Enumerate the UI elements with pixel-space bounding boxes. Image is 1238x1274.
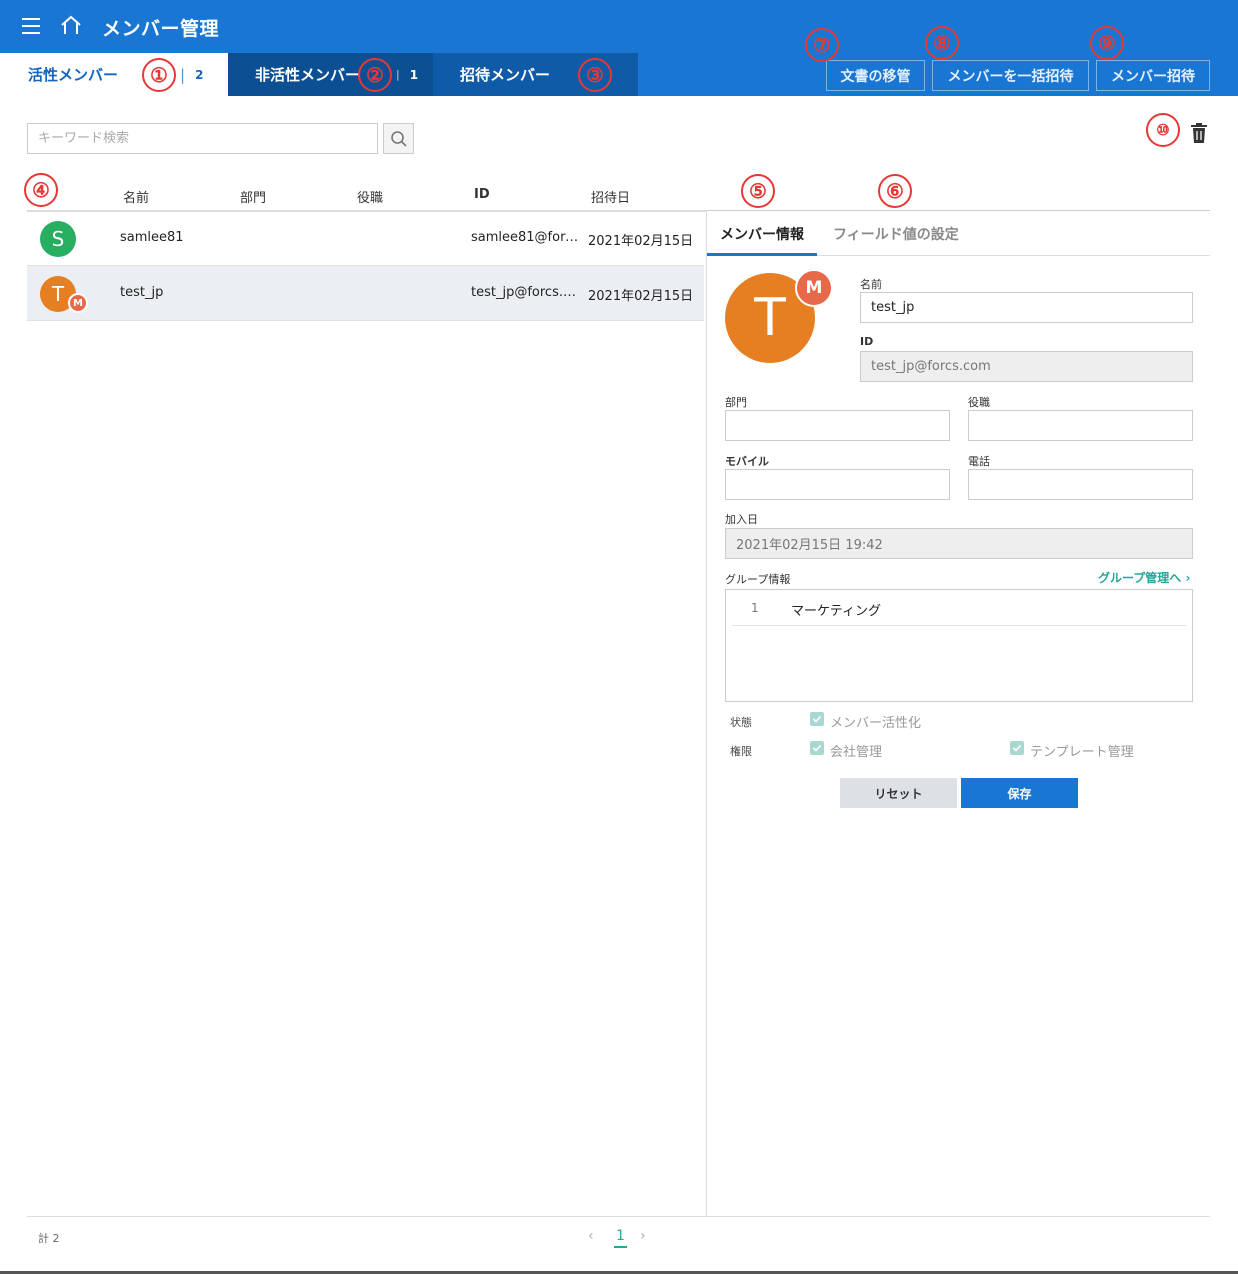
footer-divider xyxy=(27,1216,1210,1217)
annotation-marker-2: ② xyxy=(358,58,392,92)
company-admin-label: 会社管理 xyxy=(830,745,883,760)
column-header-dept[interactable]: 部門 xyxy=(240,187,266,206)
search-button[interactable] xyxy=(383,123,414,154)
reset-button[interactable]: リセット xyxy=(840,778,957,808)
tab-label: 活性メンバー xyxy=(28,66,119,84)
name-field[interactable]: test_jp xyxy=(860,292,1193,323)
save-button[interactable]: 保存 xyxy=(961,778,1078,808)
tab-inactive-members[interactable]: 非活性メンバー | 1 xyxy=(228,53,433,96)
status-label: 状態 xyxy=(730,716,752,729)
cell-id: samlee81@forcs… xyxy=(471,230,581,245)
menu-icon[interactable] xyxy=(22,18,40,34)
list-item[interactable]: 1 マーケティング xyxy=(732,590,1186,626)
member-active-label: メンバー活性化 xyxy=(830,716,922,731)
annotation-marker-3: ③ xyxy=(578,58,612,92)
total-count: 計 2 xyxy=(38,1232,60,1245)
page-title: メンバー管理 xyxy=(102,18,220,40)
cell-date: 2021年02月15日 xyxy=(588,289,694,304)
transfer-documents-button[interactable]: 文書の移管 xyxy=(826,60,925,91)
template-admin-label: テンプレート管理 xyxy=(1030,745,1134,760)
panel-divider xyxy=(706,210,707,1216)
check-icon xyxy=(812,744,822,752)
group-number: 1 xyxy=(751,601,759,615)
mobile-field[interactable] xyxy=(725,469,950,500)
title-field[interactable] xyxy=(968,410,1193,441)
annotation-marker-9: ⑨ xyxy=(1090,26,1124,60)
invite-member-button[interactable]: メンバー招待 xyxy=(1096,60,1210,91)
company-admin-checkbox[interactable] xyxy=(810,741,824,755)
panel-top-divider xyxy=(707,210,1210,211)
dept-label: 部門 xyxy=(725,396,747,409)
column-header-invited[interactable]: 招待日 xyxy=(591,187,630,206)
member-active-checkbox[interactable] xyxy=(810,712,824,726)
cell-name: samlee81 xyxy=(120,230,184,245)
cell-date: 2021年02月15日 xyxy=(588,234,694,249)
annotation-marker-1: ① xyxy=(142,58,176,92)
title-label: 役職 xyxy=(968,396,990,409)
annotation-marker-4: ④ xyxy=(24,173,58,207)
permission-label: 権限 xyxy=(730,745,752,758)
template-admin-checkbox[interactable] xyxy=(1010,741,1024,755)
cell-name: test_jp xyxy=(120,285,164,300)
column-header-id[interactable]: ID xyxy=(474,187,490,202)
check-icon xyxy=(812,715,822,723)
search-input[interactable] xyxy=(27,123,378,154)
tab-separator: | xyxy=(396,68,400,81)
tab-label: 招待メンバー xyxy=(460,66,551,84)
tab-count: 1 xyxy=(409,67,419,82)
manager-badge: M xyxy=(68,293,88,313)
manager-badge: M xyxy=(795,269,833,307)
annotation-marker-8: ⑧ xyxy=(925,26,959,60)
chevron-left-icon[interactable]: ‹ xyxy=(588,1228,594,1244)
joined-field: 2021年02月15日 19:42 xyxy=(725,528,1193,559)
phone-field[interactable] xyxy=(968,469,1193,500)
tab-field-settings[interactable]: フィールド値の設定 xyxy=(833,224,959,244)
app-header: メンバー管理 活性メンバー | 2 非活性メンバー | 1 招待メンバー 文書の… xyxy=(0,0,1238,96)
avatar: S xyxy=(40,221,76,257)
annotation-marker-10: ⑩ xyxy=(1146,113,1180,147)
column-header-name[interactable]: 名前 xyxy=(123,187,149,206)
trash-icon[interactable] xyxy=(1189,122,1209,144)
cell-id: test_jp@forcs.c… xyxy=(471,285,581,300)
joined-label: 加入日 xyxy=(725,513,758,526)
bulk-invite-button[interactable]: メンバーを一括招待 xyxy=(932,60,1089,91)
group-management-link[interactable]: グループ管理へ › xyxy=(1098,569,1190,586)
annotation-marker-7: ⑦ xyxy=(805,28,839,62)
name-label: 名前 xyxy=(860,278,882,291)
page-number[interactable]: 1 xyxy=(614,1228,627,1248)
annotation-marker-5: ⑤ xyxy=(741,174,775,208)
mobile-label: モバイル xyxy=(725,455,769,468)
search-icon xyxy=(390,130,407,147)
id-field: test_jp@forcs.com xyxy=(860,351,1193,382)
chevron-right-icon[interactable]: › xyxy=(640,1228,646,1244)
tab-label: 非活性メンバー xyxy=(255,66,361,84)
column-header-title[interactable]: 役職 xyxy=(357,187,383,206)
tab-separator: | xyxy=(180,65,186,84)
home-icon[interactable] xyxy=(60,14,82,36)
phone-label: 電話 xyxy=(968,455,990,468)
group-name: マーケティング xyxy=(791,604,881,619)
group-info-label: グループ情報 xyxy=(725,573,791,586)
table-row[interactable]: S samlee81 samlee81@forcs… 2021年02月15日 xyxy=(27,211,704,266)
id-label: ID xyxy=(860,335,874,348)
dept-field[interactable] xyxy=(725,410,950,441)
annotation-marker-6: ⑥ xyxy=(878,174,912,208)
active-tab-indicator xyxy=(707,253,817,256)
tab-active-members[interactable]: 活性メンバー | 2 xyxy=(0,53,228,96)
group-list: 1 マーケティング xyxy=(725,589,1193,702)
check-icon xyxy=(1012,744,1022,752)
tab-member-info[interactable]: メンバー情報 xyxy=(720,224,804,244)
table-row[interactable]: T M test_jp test_jp@forcs.c… 2021年02月15日 xyxy=(27,266,704,321)
tab-count: 2 xyxy=(195,67,204,82)
